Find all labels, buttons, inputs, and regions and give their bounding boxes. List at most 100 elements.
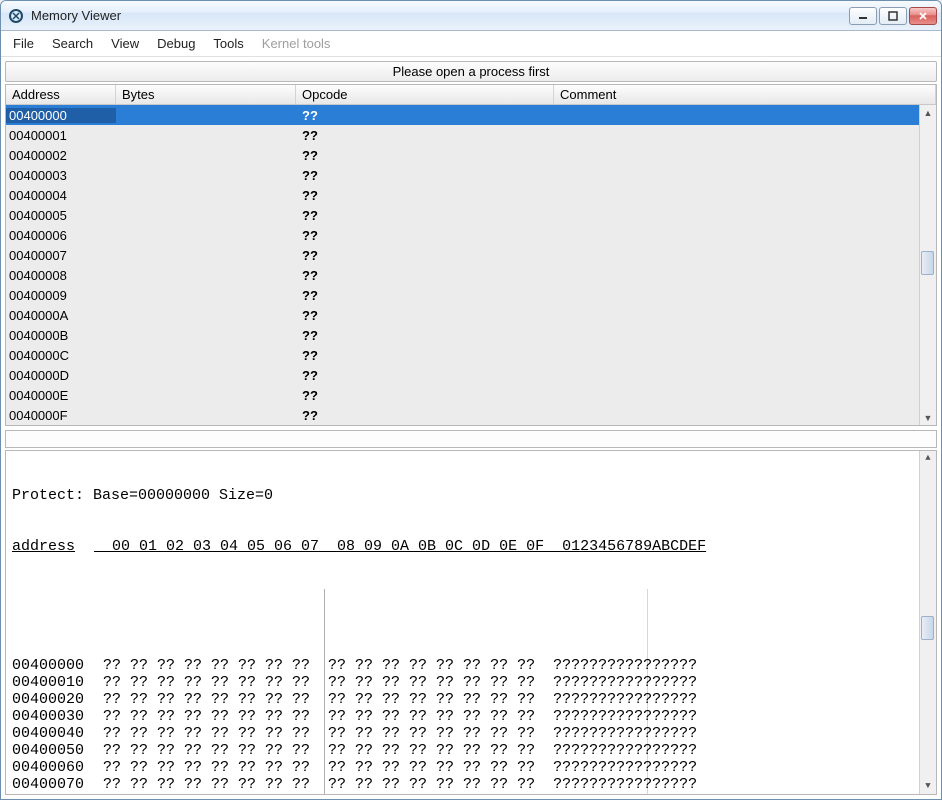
cell-address: 0040000C	[6, 348, 116, 363]
cell-address: 00400001	[6, 128, 116, 143]
hex-pane[interactable]: Protect: Base=00000000 Size=0 address 00…	[5, 450, 937, 795]
cell-opcode: ??	[296, 268, 554, 283]
hex-header-address: address	[12, 538, 94, 555]
disasm-row[interactable]: 00400001??	[6, 125, 936, 145]
menu-view[interactable]: View	[103, 33, 147, 54]
scroll-up-icon[interactable]: ▲	[921, 451, 936, 466]
header-bytes[interactable]: Bytes	[116, 85, 296, 104]
cell-opcode: ??	[296, 248, 554, 263]
hex-bytes-ascii: ?? ?? ?? ?? ?? ?? ?? ?? ?? ?? ?? ?? ?? ?…	[94, 657, 697, 674]
open-process-banner[interactable]: Please open a process first	[5, 61, 937, 82]
hex-row[interactable]: 00400020 ?? ?? ?? ?? ?? ?? ?? ?? ?? ?? ?…	[12, 691, 930, 708]
hex-row[interactable]: 00400080 ?? ?? ?? ?? ?? ?? ?? ?? ?? ?? ?…	[12, 793, 930, 795]
cell-address: 00400004	[6, 188, 116, 203]
hex-bytes-ascii: ?? ?? ?? ?? ?? ?? ?? ?? ?? ?? ?? ?? ?? ?…	[94, 776, 697, 793]
cell-opcode: ??	[296, 208, 554, 223]
disasm-row[interactable]: 00400005??	[6, 205, 936, 225]
hex-row[interactable]: 00400030 ?? ?? ?? ?? ?? ?? ?? ?? ?? ?? ?…	[12, 708, 930, 725]
close-button[interactable]	[909, 7, 937, 25]
disasm-column-headers[interactable]: Address Bytes Opcode Comment	[6, 85, 936, 105]
header-opcode[interactable]: Opcode	[296, 85, 554, 104]
hex-address: 00400010	[12, 674, 94, 691]
disasm-row[interactable]: 0040000B??	[6, 325, 936, 345]
disasm-row[interactable]: 0040000A??	[6, 305, 936, 325]
cell-address: 00400002	[6, 148, 116, 163]
cell-opcode: ??	[296, 128, 554, 143]
cell-address: 0040000B	[6, 328, 116, 343]
cell-address: 00400009	[6, 288, 116, 303]
hex-address: 00400080	[12, 793, 94, 795]
protect-info: Protect: Base=00000000 Size=0	[12, 487, 930, 504]
scroll-thumb[interactable]	[921, 616, 934, 640]
hex-address: 00400040	[12, 725, 94, 742]
window-title: Memory Viewer	[31, 8, 121, 23]
cell-address: 00400006	[6, 228, 116, 243]
disasm-row[interactable]: 00400002??	[6, 145, 936, 165]
hex-scrollbar[interactable]: ▲ ▼	[919, 451, 936, 794]
cell-opcode: ??	[296, 108, 554, 123]
hex-bytes-ascii: ?? ?? ?? ?? ?? ?? ?? ?? ?? ?? ?? ?? ?? ?…	[94, 759, 697, 776]
titlebar[interactable]: Memory Viewer	[1, 1, 941, 31]
disasm-row[interactable]: 00400006??	[6, 225, 936, 245]
menu-file[interactable]: File	[5, 33, 42, 54]
cell-opcode: ??	[296, 388, 554, 403]
menu-debug[interactable]: Debug	[149, 33, 203, 54]
splitter[interactable]	[5, 430, 937, 448]
hex-row[interactable]: 00400040 ?? ?? ?? ?? ?? ?? ?? ?? ?? ?? ?…	[12, 725, 930, 742]
disasm-row[interactable]: 00400000??	[6, 105, 936, 125]
hex-address: 00400030	[12, 708, 94, 725]
scroll-thumb[interactable]	[921, 251, 934, 275]
hex-row[interactable]: 00400060 ?? ?? ?? ?? ?? ?? ?? ?? ?? ?? ?…	[12, 759, 930, 776]
hex-row[interactable]: 00400010 ?? ?? ?? ?? ?? ?? ?? ?? ?? ?? ?…	[12, 674, 930, 691]
scroll-down-icon[interactable]: ▼	[921, 779, 936, 794]
menu-tools[interactable]: Tools	[205, 33, 251, 54]
cell-opcode: ??	[296, 188, 554, 203]
cell-address: 0040000E	[6, 388, 116, 403]
cell-opcode: ??	[296, 328, 554, 343]
disasm-row[interactable]: 00400008??	[6, 265, 936, 285]
disasm-row[interactable]: 0040000C??	[6, 345, 936, 365]
menu-search[interactable]: Search	[44, 33, 101, 54]
cell-opcode: ??	[296, 228, 554, 243]
disasm-row[interactable]: 00400007??	[6, 245, 936, 265]
cell-address: 0040000F	[6, 408, 116, 423]
hex-address: 00400000	[12, 657, 94, 674]
hex-rows[interactable]: 00400000 ?? ?? ?? ?? ?? ?? ?? ?? ?? ?? ?…	[12, 589, 930, 795]
cell-address: 0040000D	[6, 368, 116, 383]
app-icon	[7, 7, 25, 25]
scroll-down-icon[interactable]: ▼	[921, 410, 936, 425]
hex-row[interactable]: 00400000 ?? ?? ?? ?? ?? ?? ?? ?? ?? ?? ?…	[12, 657, 930, 674]
hex-address: 00400050	[12, 742, 94, 759]
disasm-row[interactable]: 00400009??	[6, 285, 936, 305]
cell-opcode: ??	[296, 368, 554, 383]
menubar: FileSearchViewDebugToolsKernel tools	[1, 31, 941, 57]
hex-row[interactable]: 00400050 ?? ?? ?? ?? ?? ?? ?? ?? ?? ?? ?…	[12, 742, 930, 759]
disasm-row[interactable]: 0040000E??	[6, 385, 936, 405]
cell-opcode: ??	[296, 308, 554, 323]
cell-opcode: ??	[296, 288, 554, 303]
disasm-row[interactable]: 0040000D??	[6, 365, 936, 385]
cell-address: 00400008	[6, 268, 116, 283]
hex-address: 00400070	[12, 776, 94, 793]
hex-address: 00400060	[12, 759, 94, 776]
disasm-rows[interactable]: 00400000??00400001??00400002??00400003??…	[6, 105, 936, 425]
disasm-scrollbar[interactable]: ▲ ▼	[919, 105, 936, 425]
header-comment[interactable]: Comment	[554, 85, 936, 104]
minimize-button[interactable]	[849, 7, 877, 25]
hex-row[interactable]: 00400070 ?? ?? ?? ?? ?? ?? ?? ?? ?? ?? ?…	[12, 776, 930, 793]
hex-header: address 00 01 02 03 04 05 06 07 08 09 0A…	[12, 538, 930, 555]
header-address[interactable]: Address	[6, 85, 116, 104]
cell-opcode: ??	[296, 408, 554, 423]
hex-bytes-ascii: ?? ?? ?? ?? ?? ?? ?? ?? ?? ?? ?? ?? ?? ?…	[94, 691, 697, 708]
scroll-up-icon[interactable]: ▲	[921, 105, 936, 120]
cell-address: 00400007	[6, 248, 116, 263]
hex-bytes-ascii: ?? ?? ?? ?? ?? ?? ?? ?? ?? ?? ?? ?? ?? ?…	[94, 793, 697, 795]
disasm-row[interactable]: 00400004??	[6, 185, 936, 205]
disasm-row[interactable]: 0040000F??	[6, 405, 936, 425]
maximize-button[interactable]	[879, 7, 907, 25]
cell-opcode: ??	[296, 168, 554, 183]
hex-address: 00400020	[12, 691, 94, 708]
cell-address: 00400000	[6, 108, 116, 123]
disasm-row[interactable]: 00400003??	[6, 165, 936, 185]
memory-viewer-window: Memory Viewer FileSearchViewDebugToolsKe…	[0, 0, 942, 800]
